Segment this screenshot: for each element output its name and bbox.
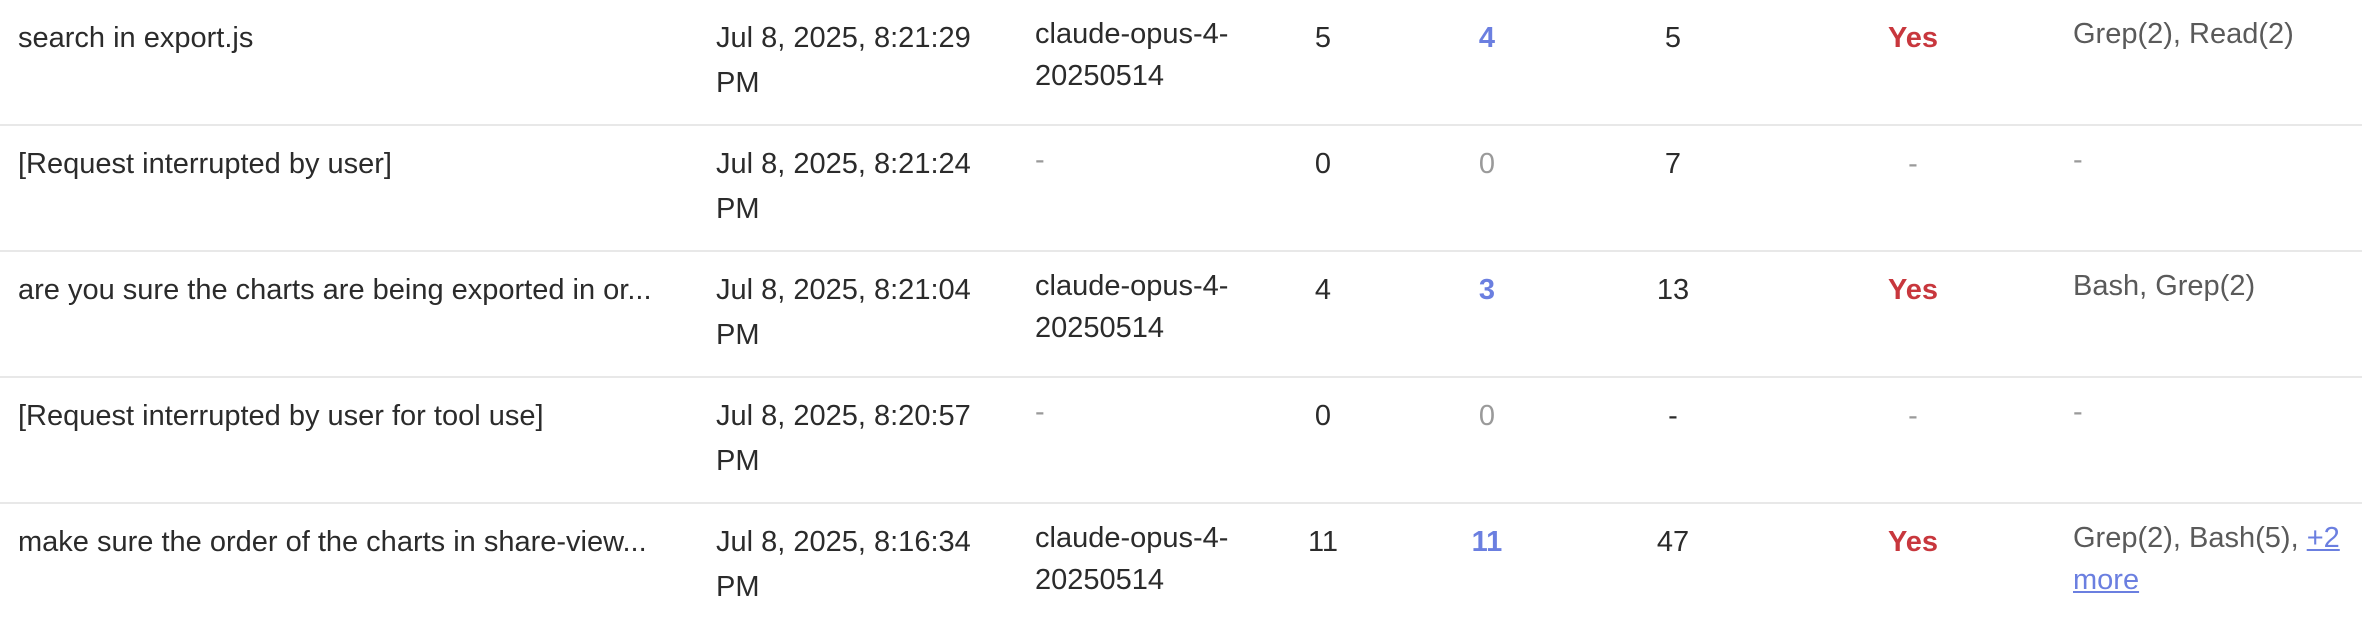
status-badge: - [1908,400,1918,432]
count-cell: 7 [1664,148,1682,180]
table-row[interactable]: search in export.js Jul 8, 2025, 8:21:29… [0,0,2362,126]
tools-text: Bash, Grep(2) [2073,270,2256,302]
message-cell[interactable]: search in export.js [18,16,678,61]
tools-text: Grep(2), Bash(5), [2073,522,2299,554]
count-cell: 4 [1314,274,1332,306]
message-cell[interactable]: [Request interrupted by user] [18,142,678,187]
message-cell[interactable]: are you sure the charts are being export… [18,268,678,313]
highlight-count-cell: 4 [1478,22,1496,54]
highlight-count-cell: 11 [1471,526,1503,558]
timestamp-cell: Jul 8, 2025, 8:20:57 PM [716,400,971,477]
table-row[interactable]: make sure the order of the charts in sha… [0,504,2362,630]
tools-cell: Bash, Grep(2) [2073,265,2362,307]
status-badge: Yes [1888,274,1938,306]
table-row[interactable]: are you sure the charts are being export… [0,252,2362,378]
count-cell: - [1668,400,1678,432]
count-cell: 13 [1656,274,1690,306]
tools-cell: Grep(2), Bash(5), +2 more [2073,517,2362,601]
status-badge: Yes [1888,526,1938,558]
conversation-table: search in export.js Jul 8, 2025, 8:21:29… [0,0,2362,630]
timestamp-cell: Jul 8, 2025, 8:21:04 PM [716,274,971,351]
tools-cell: - [2073,391,2362,433]
count-cell: 5 [1664,22,1682,54]
table-row[interactable]: [Request interrupted by user for tool us… [0,378,2362,504]
count-cell: 47 [1656,526,1690,558]
table-row[interactable]: [Request interrupted by user] Jul 8, 202… [0,126,2362,252]
timestamp-cell: Jul 8, 2025, 8:16:34 PM [716,526,971,603]
tools-cell: Grep(2), Read(2) [2073,13,2362,55]
highlight-count-cell: 0 [1478,148,1496,180]
model-cell: claude-opus-4-20250514 [1035,270,1229,344]
timestamp-cell: Jul 8, 2025, 8:21:29 PM [716,22,971,99]
model-cell: claude-opus-4-20250514 [1035,18,1229,92]
model-cell: - [1035,144,1045,176]
timestamp-cell: Jul 8, 2025, 8:21:24 PM [716,148,971,225]
model-cell: - [1035,396,1045,428]
tools-text: Grep(2), Read(2) [2073,18,2294,50]
tools-text: - [2073,396,2083,428]
tools-text: - [2073,144,2083,176]
count-cell: 0 [1314,148,1332,180]
highlight-count-cell: 3 [1478,274,1496,306]
count-cell: 11 [1307,526,1339,558]
highlight-count-cell: 0 [1478,400,1496,432]
status-badge: Yes [1888,22,1938,54]
count-cell: 0 [1314,400,1332,432]
message-cell[interactable]: make sure the order of the charts in sha… [18,520,678,565]
tools-cell: - [2073,139,2362,181]
status-badge: - [1908,148,1918,180]
count-cell: 5 [1314,22,1332,54]
model-cell: claude-opus-4-20250514 [1035,522,1229,596]
message-cell[interactable]: [Request interrupted by user for tool us… [18,394,678,439]
